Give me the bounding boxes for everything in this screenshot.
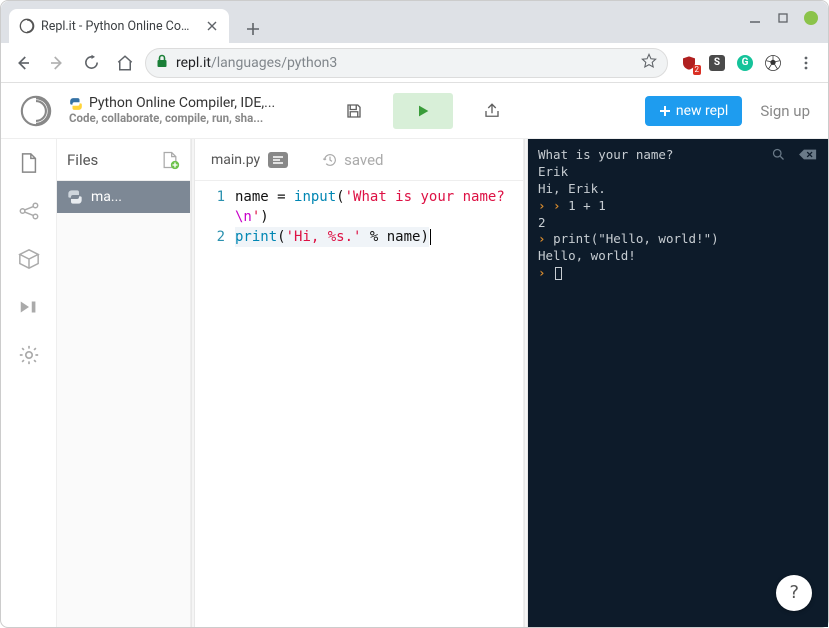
extension-icons: 2 S G <box>680 49 820 77</box>
console-line: Erik <box>538 164 818 181</box>
nav-back-button[interactable] <box>9 49 37 77</box>
new-repl-button[interactable]: new repl <box>645 96 742 126</box>
file-item-label: ma... <box>91 189 180 205</box>
file-item-main[interactable]: ma... <box>57 181 190 213</box>
bookmark-star-icon[interactable] <box>641 53 657 73</box>
rail-debugger-icon[interactable] <box>17 295 41 319</box>
share-button[interactable] <box>469 93 515 129</box>
rail-files-icon[interactable] <box>17 151 41 175</box>
run-button[interactable] <box>393 93 453 129</box>
grammarly-icon[interactable]: G <box>736 54 754 72</box>
window-close-icon[interactable] <box>804 11 818 25</box>
ublock-badge: 2 <box>693 65 702 75</box>
code-line-2: print('Hi, %s.' % name) <box>235 227 515 247</box>
editor-caret <box>430 229 431 245</box>
repl-header: Python Online Compiler, IDE,... Code, co… <box>1 83 828 139</box>
add-file-button[interactable] <box>160 150 180 170</box>
editor-tab-main[interactable]: main.py <box>211 152 288 168</box>
nav-home-button[interactable] <box>111 49 139 77</box>
editor-panel: main.py saved 1 2 name = input('What is … <box>195 139 524 627</box>
console-panel[interactable]: What is your name? Erik Hi, Erik. › › 1 … <box>528 139 828 627</box>
address-bar[interactable]: repl.it/languages/python3 <box>145 48 668 78</box>
header-text: Python Online Compiler, IDE,... Code, co… <box>69 95 275 126</box>
new-tab-button[interactable] <box>239 15 267 43</box>
plus-icon <box>659 105 671 117</box>
window-controls <box>748 11 818 25</box>
files-header-label: Files <box>67 151 98 169</box>
header-title: Python Online Compiler, IDE,... <box>89 95 275 112</box>
saved-status: saved <box>322 151 383 169</box>
window-maximize-icon[interactable] <box>776 11 790 25</box>
nav-reload-button[interactable] <box>77 49 105 77</box>
code-editor[interactable]: 1 2 name = input('What is your name?\n')… <box>195 181 523 627</box>
python-icon <box>69 97 83 111</box>
replit-logo-icon <box>19 94 53 128</box>
console-line: Hello, world! <box>538 248 818 265</box>
rail-settings-icon[interactable] <box>17 343 41 367</box>
rail-packages-icon[interactable] <box>17 247 41 271</box>
browser-tab[interactable]: Repl.it - Python Online Compil <box>9 9 229 43</box>
close-tab-icon[interactable] <box>205 19 219 33</box>
new-repl-label: new repl <box>676 103 728 119</box>
python-file-icon <box>67 189 83 205</box>
code-line-1: name = input('What is your name?\n') <box>235 187 515 227</box>
code-lines: name = input('What is your name?\n') pri… <box>235 187 523 627</box>
sign-up-link[interactable]: Sign up <box>760 102 810 120</box>
browser-menu-icon[interactable] <box>792 49 820 77</box>
main-area: Files ma... main.py saved <box>1 139 828 627</box>
browser-tabstrip: Repl.it - Python Online Compil <box>1 1 828 43</box>
save-button[interactable] <box>331 93 377 129</box>
console-line: › › 1 + 1 <box>538 198 818 215</box>
replit-favicon-icon <box>19 18 35 34</box>
console-clear-icon[interactable] <box>798 147 818 162</box>
lock-icon <box>156 54 168 72</box>
header-right: new repl Sign up <box>645 96 810 126</box>
app-root: Python Online Compiler, IDE,... Code, co… <box>1 83 828 627</box>
console-line: Hi, Erik. <box>538 181 818 198</box>
url-text: repl.it/languages/python3 <box>176 55 633 71</box>
window-minimize-icon[interactable] <box>748 11 762 25</box>
editor-tab-label: main.py <box>211 152 260 168</box>
rail-share-icon[interactable] <box>17 199 41 223</box>
nav-forward-button[interactable] <box>43 49 71 77</box>
console-line: › print("Hello, world!") <box>538 231 818 248</box>
saved-label: saved <box>344 151 383 169</box>
extension-s-icon[interactable]: S <box>708 54 726 72</box>
format-code-icon[interactable] <box>268 152 288 168</box>
editor-tab-bar: main.py saved <box>195 139 523 181</box>
console-line: 2 <box>538 215 818 232</box>
browser-tab-title: Repl.it - Python Online Compil <box>41 19 199 34</box>
console-search-icon[interactable] <box>771 147 786 162</box>
files-header: Files <box>57 139 190 181</box>
line-gutter: 1 2 <box>195 187 235 627</box>
header-actions <box>331 93 515 129</box>
history-icon <box>322 152 338 168</box>
files-panel: Files ma... <box>57 139 191 627</box>
ublock-shield-icon[interactable]: 2 <box>680 54 698 72</box>
header-subtitle: Code, collaborate, compile, run, sha... <box>69 112 275 126</box>
console-tool-icons <box>771 147 818 162</box>
help-button[interactable]: ? <box>776 575 812 611</box>
browser-toolbar: repl.it/languages/python3 2 S G <box>1 43 828 83</box>
side-rail <box>1 139 57 627</box>
console-prompt[interactable]: › <box>538 265 818 282</box>
soccer-ball-icon[interactable] <box>764 54 782 72</box>
